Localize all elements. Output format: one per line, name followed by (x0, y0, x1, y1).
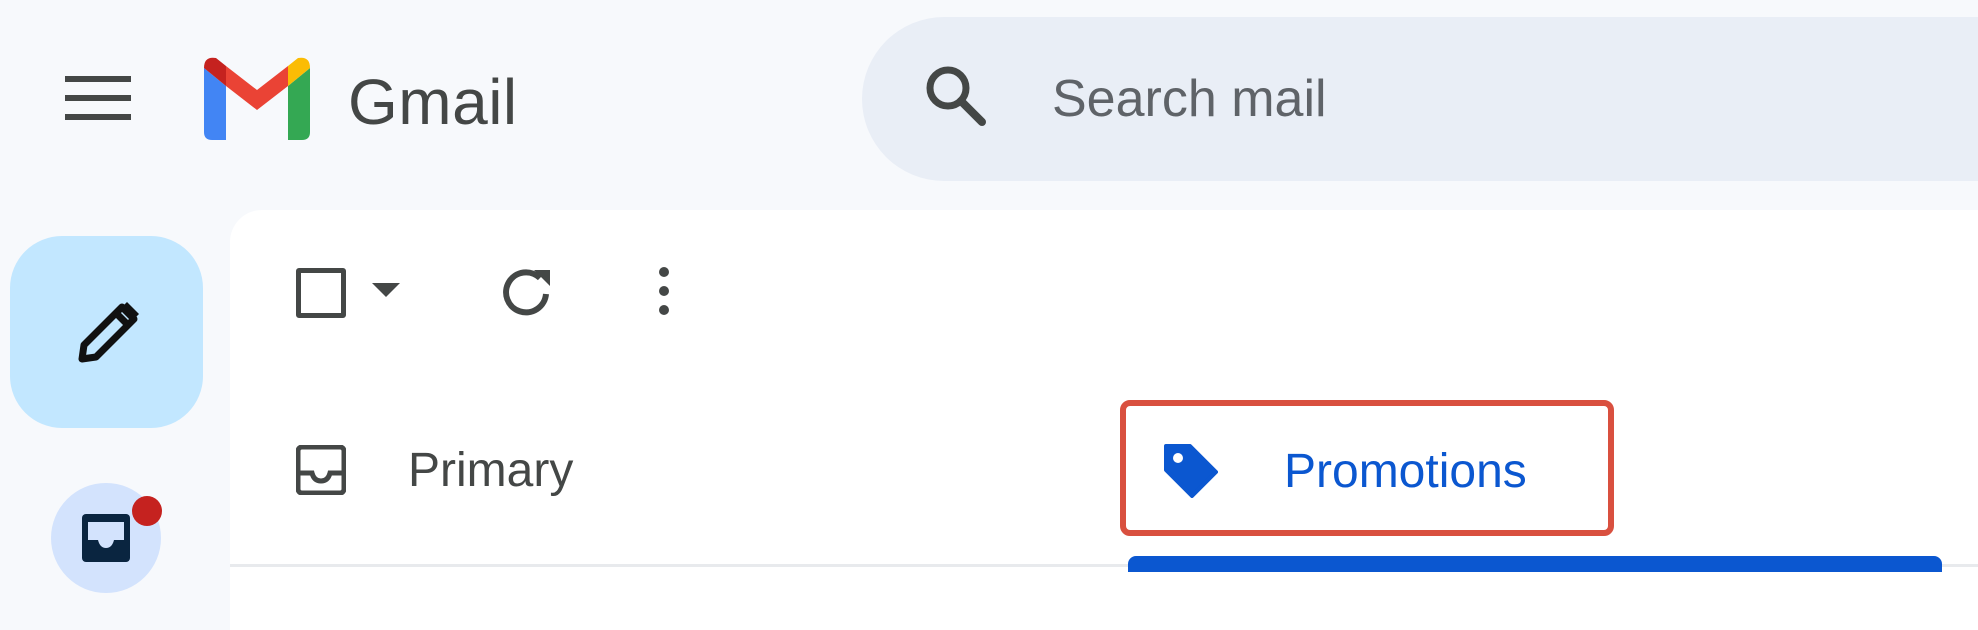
hamburger-menu-icon (65, 76, 131, 120)
tab-primary[interactable]: Primary (296, 430, 573, 510)
more-options-button[interactable] (640, 262, 690, 322)
gmail-logo-icon[interactable] (204, 56, 310, 140)
select-all-checkbox[interactable] (296, 268, 346, 318)
tab-label: Primary (408, 443, 574, 497)
tab-label: Promotions (1284, 445, 1527, 498)
app-name: Gmail (348, 66, 518, 138)
notification-badge (132, 496, 162, 526)
main-menu-button[interactable] (56, 56, 140, 140)
refresh-button[interactable] (490, 262, 562, 322)
more-vertical-icon (659, 267, 669, 315)
tag-icon (1164, 444, 1218, 498)
pencil-icon (78, 302, 139, 363)
search-input[interactable] (1050, 60, 1954, 138)
select-options-dropdown-icon[interactable] (372, 283, 400, 297)
search-icon[interactable] (920, 60, 992, 132)
refresh-icon (503, 269, 550, 316)
active-tab-indicator (1128, 556, 1942, 572)
inbox-icon (296, 445, 346, 495)
inbox-icon (82, 514, 130, 562)
compose-button[interactable] (10, 236, 203, 428)
tab-promotions[interactable]: Promotions (1120, 400, 1614, 536)
